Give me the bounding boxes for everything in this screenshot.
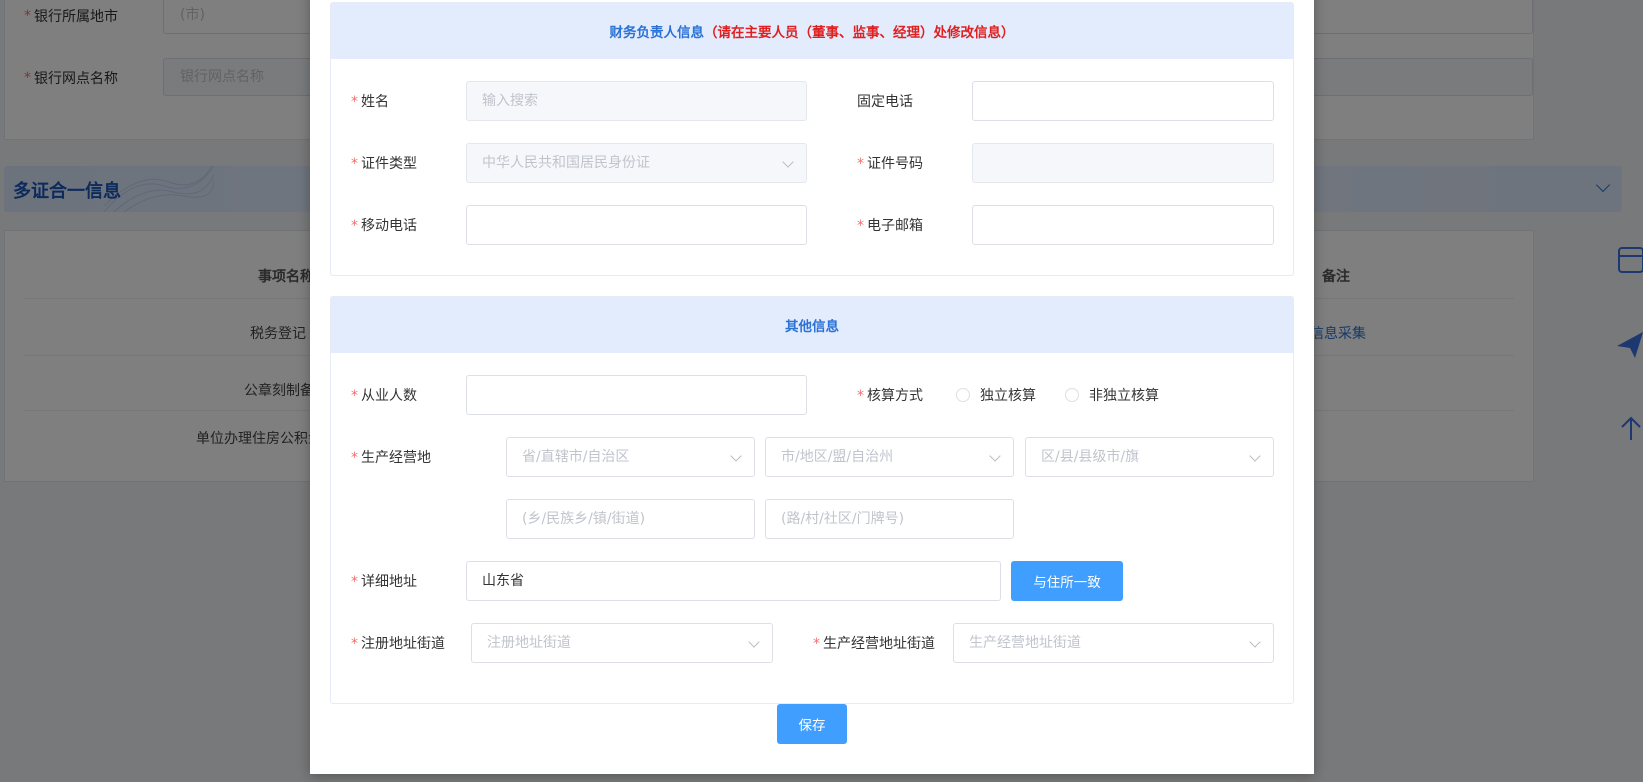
other-section-title: 其他信息 xyxy=(785,319,839,335)
edit-dialog: 财务负责人信息 （请在主要人员（董事、监事、经理）处修改信息） * 姓名 输入搜索 … xyxy=(310,0,1314,774)
chevron-down-icon xyxy=(1249,450,1261,462)
landline-input[interactable] xyxy=(972,81,1274,121)
id-type-select[interactable]: 中华人民共和国居民身份证 xyxy=(466,143,807,183)
accounting-label: * 核算方式 xyxy=(857,388,923,404)
chevron-down-icon xyxy=(989,450,1001,462)
landline-label: 固定电话 xyxy=(857,94,913,110)
road-input[interactable]: (路/村/社区/门牌号) xyxy=(765,499,1014,539)
id-number-input[interactable] xyxy=(972,143,1274,183)
address-input[interactable]: 山东省 xyxy=(466,561,1001,601)
email-label: * 电子邮箱 xyxy=(857,218,923,234)
address-label: * 详细地址 xyxy=(351,574,417,590)
id-type-label: * 证件类型 xyxy=(351,156,417,172)
radio-circle[interactable] xyxy=(956,388,970,402)
chevron-down-icon xyxy=(748,636,760,648)
chevron-down-icon xyxy=(730,450,742,462)
other-section-header: 其他信息 xyxy=(331,297,1293,353)
finance-section-warning: （请在主要人员（董事、监事、经理）处修改信息） xyxy=(704,25,1015,41)
employees-label: * 从业人数 xyxy=(351,388,417,404)
finance-person-section: 财务负责人信息 （请在主要人员（董事、监事、经理）处修改信息） * 姓名 输入搜索 … xyxy=(330,2,1294,276)
radio-non-independent[interactable]: 非独立核算 xyxy=(1065,385,1159,405)
district-select[interactable]: 区/县/县级市/旗 xyxy=(1025,437,1274,477)
id-number-label: * 证件号码 xyxy=(857,156,923,172)
site-label: * 生产经营地 xyxy=(351,450,431,466)
other-info-section: 其他信息 * 从业人数 * 核算方式 独立核算 非独立核算 * 生产经营地 省/直辖市… xyxy=(330,296,1294,704)
prod-street-select[interactable]: 生产经营地址街道 xyxy=(953,623,1274,663)
prod-street-label: * 生产经营地址街道 xyxy=(813,636,935,652)
same-as-residence-button[interactable]: 与住所一致 xyxy=(1011,561,1123,601)
township-input[interactable]: (乡/民族乡/镇/街道) xyxy=(506,499,755,539)
email-input[interactable] xyxy=(972,205,1274,245)
chevron-down-icon xyxy=(782,156,794,168)
chevron-down-icon xyxy=(1249,636,1261,648)
save-button[interactable]: 保存 xyxy=(777,704,847,744)
reg-street-label: * 注册地址街道 xyxy=(351,636,445,652)
mobile-label: * 移动电话 xyxy=(351,218,417,234)
radio-circle[interactable] xyxy=(1065,388,1079,402)
finance-section-title: 财务负责人信息 xyxy=(609,25,705,41)
employees-input[interactable] xyxy=(466,375,807,415)
mobile-input[interactable] xyxy=(466,205,807,245)
finance-section-header: 财务负责人信息 （请在主要人员（董事、监事、经理）处修改信息） xyxy=(331,3,1293,59)
reg-street-select[interactable]: 注册地址街道 xyxy=(471,623,773,663)
city-select[interactable]: 市/地区/盟/自治州 xyxy=(765,437,1014,477)
radio-independent[interactable]: 独立核算 xyxy=(956,385,1036,405)
name-label: * 姓名 xyxy=(351,94,389,110)
name-input[interactable]: 输入搜索 xyxy=(466,81,807,121)
province-select[interactable]: 省/直辖市/自治区 xyxy=(506,437,755,477)
